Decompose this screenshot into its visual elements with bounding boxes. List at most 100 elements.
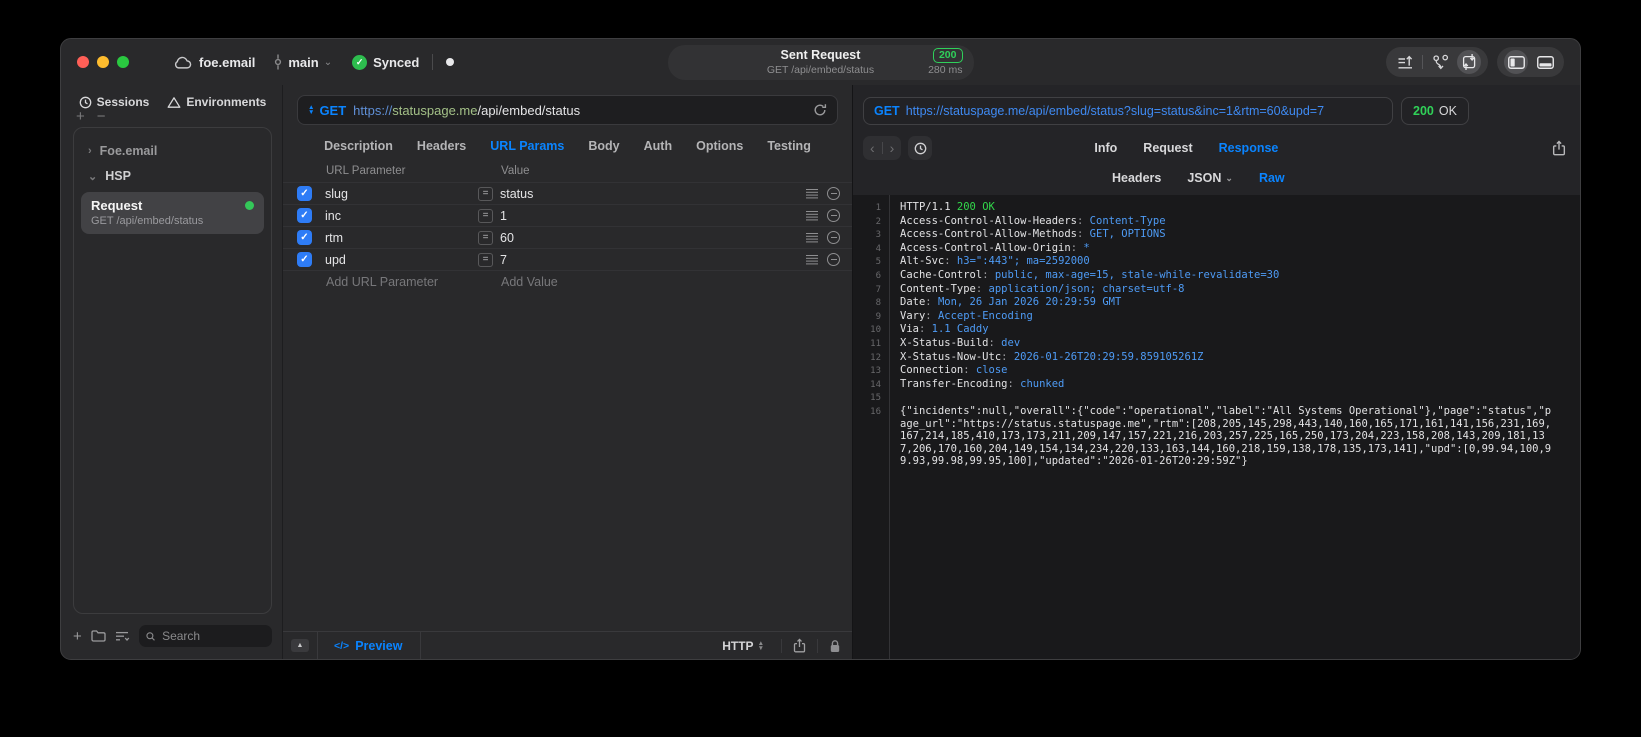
request-tab-headers[interactable]: Headers [417,139,466,153]
disclosure-collapsed-icon[interactable]: › [88,145,92,157]
gutter-divider [889,195,890,659]
new-folder-button[interactable] [91,630,106,642]
toolbar-divider [1422,55,1423,69]
zoom-window-button[interactable] [117,56,129,68]
remove-row-icon[interactable] [827,231,840,244]
code-line-content: Access-Control-Allow-Origin: * [900,241,1090,254]
request-list-item-selected[interactable]: Request GET /api/embed/status [81,192,264,234]
expand-editor-button[interactable]: ▲ [283,632,318,659]
tree-group-hsp[interactable]: ⌄ HSP [81,165,264,187]
request-tabs: Description Headers URL Params Body Auth Opti… [283,129,852,162]
request-tab-testing[interactable]: Testing [767,139,811,153]
param-checkbox[interactable]: ✓ [297,186,312,201]
add-url-parameter-button[interactable]: Add URL Parameter [326,275,501,289]
project-menu[interactable]: foe.email [173,55,255,70]
response-tab-info[interactable]: Info [1094,141,1117,155]
sidebar-tab-sessions[interactable]: Sessions [79,95,149,109]
request-method[interactable]: GET [319,103,346,118]
add-value-button[interactable]: Add Value [501,275,558,289]
line-number: 13 [870,366,881,377]
add-request-button[interactable]: + [73,629,82,644]
request-tab-options[interactable]: Options [696,139,743,153]
line-number: 8 [875,298,881,309]
export-response-button[interactable] [1552,140,1566,156]
resend-button[interactable] [813,103,827,117]
minimize-window-button[interactable] [97,56,109,68]
param-checkbox[interactable]: ✓ [297,252,312,267]
code-line-content: HTTP/1.1 200 OK [900,201,995,213]
share-icon [1552,140,1566,156]
merge-button[interactable] [1428,50,1452,74]
request-tab-url-params[interactable]: URL Params [490,139,564,153]
sidebar-add-remove: + − [73,109,272,124]
reorder-icon[interactable] [806,188,818,199]
remove-row-icon[interactable] [827,209,840,222]
line-number: 1 [875,203,881,213]
protocol-selector[interactable]: HTTP ▲ ▼ [710,639,781,653]
code-line: 16 {"incidents":null,"overall":{"code":"o… [853,405,1580,468]
new-folder-icon [91,630,106,642]
code-line: 5 Alt-Svc: h3=":443"; ma=2592000 [853,255,1580,269]
request-footer-bar: ▲ </> Preview HTTP ▲ ▼ [283,631,852,659]
line-number: 12 [870,352,881,363]
reorder-icon[interactable] [806,232,818,243]
branch-selector[interactable]: main ⌄ [273,54,332,70]
response-body-viewer[interactable]: 1 HTTP/1.1 200 OK 2 Access-Control-Allow-He… [853,195,1580,659]
back-button[interactable]: ‹ [870,141,875,155]
add-session-button[interactable]: + [76,109,85,124]
share-request-button[interactable] [782,638,817,653]
toggle-sidebar-button[interactable] [1504,50,1528,74]
tree-group-foe-email[interactable]: › Foe.email [81,140,264,162]
sync-status[interactable]: ✓ Synced [352,54,419,70]
sidebar-search[interactable] [138,625,272,647]
history-button[interactable] [908,136,933,160]
request-summary-pill[interactable]: Sent Request GET /api/embed/status 200 2… [667,45,974,80]
response-subtab-headers[interactable]: Headers [1112,171,1161,185]
preview-button[interactable]: </> Preview [318,632,422,659]
request-success-dot [245,201,254,210]
response-subtab-raw[interactable]: Raw [1259,171,1285,185]
reorder-icon[interactable] [806,254,818,265]
remove-row-icon[interactable] [827,253,840,266]
search-input[interactable] [160,628,265,644]
request-tab-auth[interactable]: Auth [644,139,672,153]
param-checkbox[interactable]: ✓ [297,230,312,245]
request-tab-description[interactable]: Description [324,139,393,153]
sort-options-button[interactable] [115,631,130,642]
response-tabs: Info Request Response [1094,141,1278,155]
line-number: 9 [875,311,881,322]
disclosure-expanded-icon[interactable]: ⌄ [88,170,97,183]
titlebar[interactable]: foe.email main ⌄ ✓ Synced Sent Request G… [61,39,1580,85]
response-tab-request[interactable]: Request [1143,141,1192,155]
sidebar-tab-environments[interactable]: Environments [167,95,266,109]
import-export-button[interactable] [1393,50,1417,74]
code-line: 10 Via: 1.1 Caddy [853,323,1580,337]
code-icon: </> [334,639,350,652]
sent-request-url-box[interactable]: GET https://statuspage.me/api/embed/stat… [863,97,1393,125]
response-header: GET https://statuspage.me/api/embed/stat… [863,97,1566,125]
reorder-icon[interactable] [806,210,818,221]
request-item-title: Request [91,198,143,213]
response-tab-response[interactable]: Response [1219,141,1279,155]
url-params-table: URL Parameter Value ✓ slug = status ✓ inc = 1 ✓ r… [283,162,852,631]
add-param-row[interactable]: Add URL Parameter Add Value [283,270,852,292]
response-subtab-json[interactable]: JSON ⌄ [1187,171,1233,185]
unsaved-indicator-dot [446,58,455,66]
request-url-bar[interactable]: ▲ ▼ GET https://statuspage.me/api/embed/s… [297,95,838,125]
response-nav: ‹ › Info Request Response [863,136,1566,160]
param-checkbox[interactable]: ✓ [297,208,312,223]
method-stepper-icon[interactable]: ▲ ▼ [308,104,314,116]
tree-group-label: HSP [105,169,131,183]
main-area: Sessions Environments + − › Foe.email ⌄ … [61,85,1580,659]
sync-window-button[interactable] [1457,50,1481,74]
lock-button[interactable] [818,639,852,653]
toggle-bottom-panel-button[interactable] [1533,50,1557,74]
operator-equals-icon: = [478,186,493,201]
close-window-button[interactable] [77,56,89,68]
toolbar-group-panels [1497,47,1564,77]
forward-button[interactable]: › [890,141,895,155]
line-number: 11 [870,338,881,349]
cloud-icon [173,56,192,69]
remove-session-button[interactable]: − [97,109,106,124]
request-tab-body[interactable]: Body [588,139,619,153]
